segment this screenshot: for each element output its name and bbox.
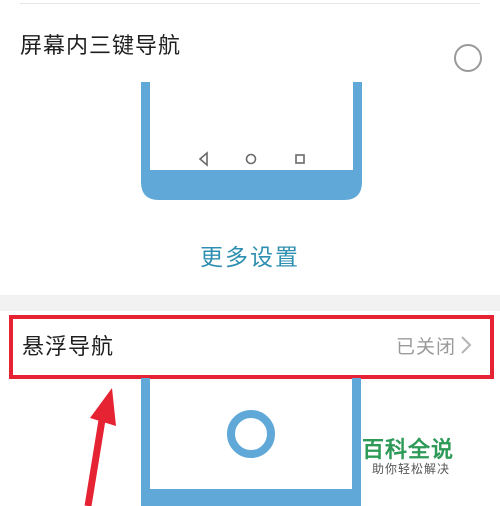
three-key-nav-label: 屏幕内三键导航 <box>20 34 182 59</box>
top-divider <box>20 3 480 4</box>
home-key-icon <box>245 153 257 165</box>
watermark-subtitle: 助你轻松解决 <box>372 462 451 476</box>
phone-frame <box>141 378 361 506</box>
three-key-nav-option[interactable]: 屏幕内三键导航 <box>0 14 500 72</box>
recents-key-icon <box>295 154 305 164</box>
watermark: 百科全说 助你轻松解决 <box>362 432 462 482</box>
section-divider <box>0 295 500 311</box>
highlight-box <box>9 315 494 379</box>
floating-dock-icon <box>227 410 275 458</box>
more-settings-link[interactable]: 更多设置 <box>0 238 500 272</box>
floating-nav-illustration <box>141 378 361 506</box>
phone-frame <box>141 82 362 200</box>
three-key-nav-radio[interactable] <box>454 44 482 72</box>
back-key-icon <box>198 151 208 167</box>
three-key-nav-illustration <box>141 82 362 200</box>
red-arrow-annotation <box>84 388 116 506</box>
